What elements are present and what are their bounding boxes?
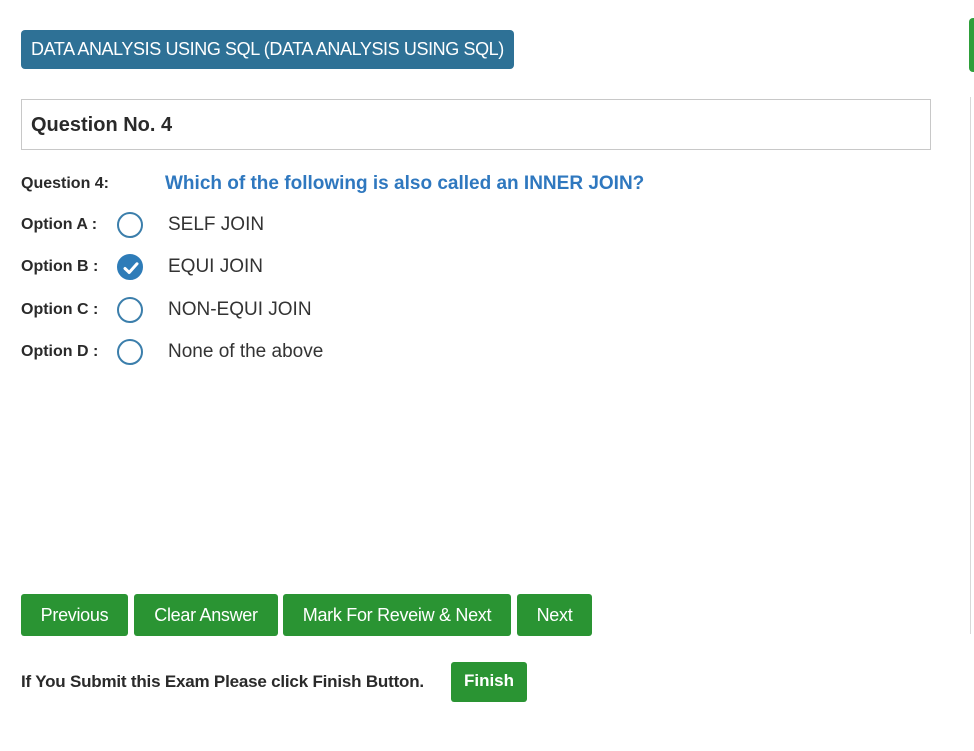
option-a-label: Option A : — [21, 216, 98, 233]
option-c-radio[interactable] — [117, 297, 143, 323]
finish-instruction-text: If You Submit this Exam Please click Fin… — [21, 672, 424, 691]
option-d-radio[interactable] — [117, 339, 143, 365]
option-c-row[interactable]: Option C : NON-EQUI JOIN — [21, 297, 621, 325]
previous-button[interactable]: Previous — [21, 594, 128, 636]
option-a-text: SELF JOIN — [168, 214, 265, 235]
next-button[interactable]: Next — [517, 594, 592, 636]
option-d-label: Option D : — [21, 343, 99, 360]
option-c-label: Option C : — [21, 301, 99, 318]
checkmark-icon — [123, 262, 139, 274]
option-b-text: EQUI JOIN — [168, 256, 264, 277]
question-row: Question 4: Which of the following is al… — [21, 172, 921, 196]
question-header-box: Question No. 4 — [21, 99, 931, 150]
finish-button[interactable]: Finish — [451, 662, 527, 702]
option-d-text: None of the above — [168, 341, 324, 362]
exam-page: DATA ANALYSIS USING SQL (DATA ANALYSIS U… — [0, 0, 974, 751]
option-b-radio[interactable] — [117, 254, 143, 280]
option-c-text: NON-EQUI JOIN — [168, 299, 312, 320]
subject-title-badge: DATA ANALYSIS USING SQL (DATA ANALYSIS U… — [21, 30, 514, 69]
side-panel-edge — [969, 18, 974, 72]
question-label: Question 4: — [21, 175, 110, 192]
clear-answer-button[interactable]: Clear Answer — [134, 594, 278, 636]
question-text: Which of the following is also called an… — [165, 173, 645, 194]
finish-row: If You Submit this Exam Please click Fin… — [21, 662, 721, 702]
side-panel-divider — [970, 97, 971, 634]
option-b-row[interactable]: Option B : EQUI JOIN — [21, 254, 621, 282]
option-a-radio[interactable] — [117, 212, 143, 238]
option-b-label: Option B : — [21, 258, 99, 275]
mark-for-review-next-button[interactable]: Mark For Reveiw & Next — [283, 594, 511, 636]
option-a-row[interactable]: Option A : SELF JOIN — [21, 212, 621, 240]
option-d-row[interactable]: Option D : None of the above — [21, 339, 621, 367]
question-number-title: Question No. 4 — [31, 114, 173, 136]
